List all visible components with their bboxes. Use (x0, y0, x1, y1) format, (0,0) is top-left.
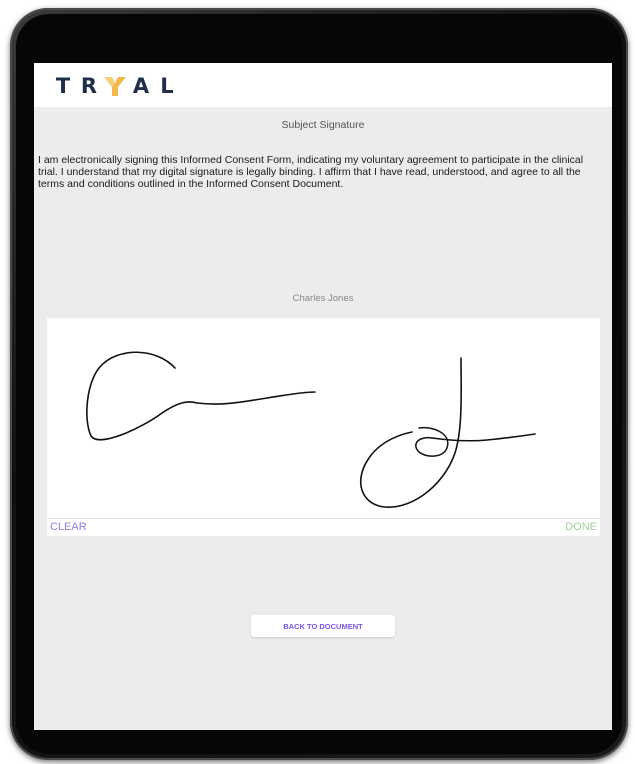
clear-button[interactable]: CLEAR (50, 521, 87, 533)
logo-letter-l: L (160, 74, 174, 98)
logo-y-mark-icon (104, 77, 126, 96)
back-to-document-button[interactable]: BACK TO DOCUMENT (251, 615, 395, 637)
signature-stroke-o (415, 426, 536, 457)
page-title: Subject Signature (281, 119, 365, 131)
done-button[interactable]: DONE (565, 521, 597, 533)
tryal-logo: T R A L (50, 74, 180, 98)
signer-name: Charles Jones (292, 293, 354, 304)
signature-pad[interactable]: CLEAR DONE (47, 318, 600, 536)
logo-letter-a: A (132, 74, 150, 98)
logo-letter-t: T (55, 74, 71, 98)
signature-drawing (86, 351, 536, 508)
signature-stroke-j (360, 357, 463, 508)
app-screen: T R A L Subject Signature I am electroni… (34, 63, 612, 730)
logo-letter-r: R (80, 74, 98, 98)
app-header: T R A L (34, 63, 612, 107)
signature-divider (47, 518, 600, 519)
signature-stroke-c (86, 351, 316, 441)
consent-statement: I am electronically signing this Informe… (38, 154, 584, 190)
